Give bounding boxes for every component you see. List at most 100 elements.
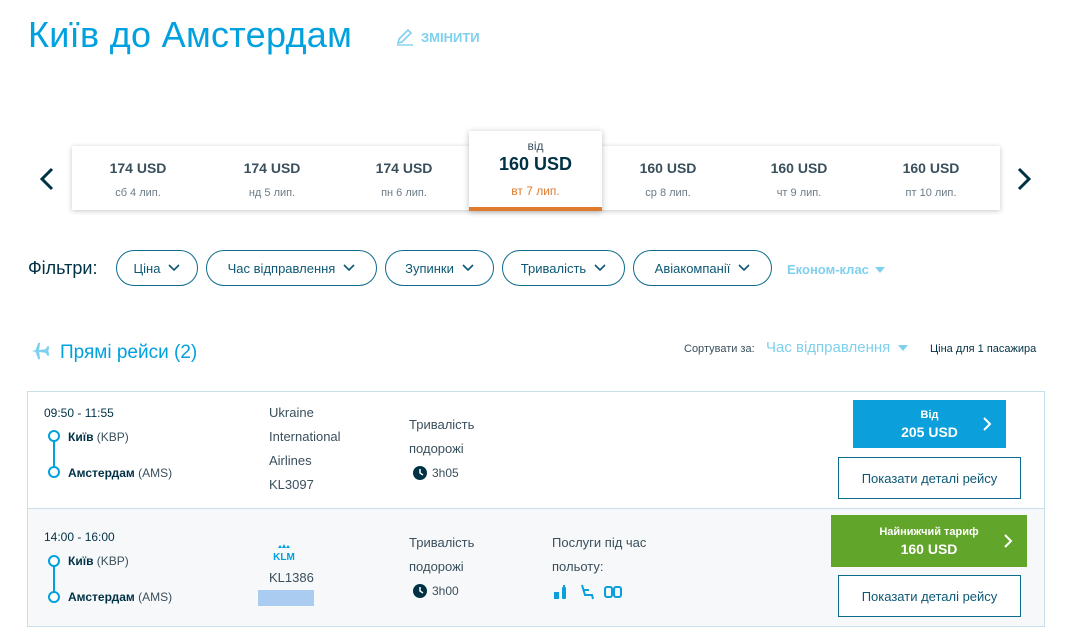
- klm-logo-text: KLM: [273, 552, 295, 563]
- page-title: Київ до Амстердам: [28, 14, 353, 55]
- destination-dot: [48, 591, 60, 603]
- date-price: 160 USD: [639, 160, 697, 176]
- chevron-left-icon: [39, 167, 54, 191]
- date-option[interactable]: 160 USD чт 9 лип.: [733, 146, 865, 210]
- airline-line: Ukraine: [269, 405, 314, 420]
- filters-label: Фільтри:: [28, 258, 98, 278]
- duration: 3h05: [413, 466, 459, 480]
- filter-stops[interactable]: Зупинки: [385, 250, 494, 286]
- direct-flights-heading: Прямі рейси (2): [60, 342, 198, 363]
- filter-departure-time[interactable]: Час відправлення: [206, 250, 377, 286]
- flight-time: 09:50 - 11:55: [44, 406, 114, 420]
- plane-icon: [31, 342, 50, 360]
- drinks-icon: [554, 585, 566, 599]
- date-option[interactable]: 174 USD пн 6 лип.: [338, 146, 470, 210]
- origin-city: Київ: [68, 430, 94, 444]
- date-option[interactable]: 160 USD пт 10 лип.: [865, 146, 997, 210]
- caret-down-icon: [898, 344, 909, 351]
- origin: Київ (KBP): [68, 430, 129, 444]
- chevron-right-icon: [1017, 167, 1032, 191]
- date-day: пн 6 лип.: [381, 187, 427, 199]
- origin-code: (KBP): [96, 430, 129, 444]
- next-dates-button[interactable]: [1012, 165, 1036, 193]
- klm-logo: KLM: [269, 543, 299, 568]
- services-icons: [552, 584, 622, 600]
- services-label-line: польоту:: [552, 559, 604, 574]
- date-price: 160 USD: [498, 154, 573, 174]
- cabin-class-label: Економ-клас: [787, 262, 869, 277]
- filter-label: Зупинки: [405, 260, 454, 276]
- duration-value: 3h00: [432, 584, 459, 598]
- date-option[interactable]: 160 USD ср 8 лип.: [602, 146, 734, 210]
- sort-label: Сортувати за:: [684, 343, 755, 355]
- date-day: чт 9 лип.: [776, 187, 822, 199]
- change-search-link[interactable]: ЗМІНИТИ: [395, 28, 480, 46]
- date-price: 160 USD: [902, 160, 960, 176]
- duration-label-line: подорожі: [409, 559, 464, 574]
- date-option[interactable]: 174 USD сб 4 лип.: [72, 146, 204, 210]
- seats-icon: [604, 586, 622, 598]
- fare-price: 160 USD: [900, 540, 958, 557]
- filter-duration[interactable]: Тривалість: [502, 250, 625, 286]
- duration-label-line: Тривалість: [409, 535, 475, 550]
- services-label-line: Послуги під час: [552, 535, 647, 550]
- select-fare-button[interactable]: Від 205 USD: [853, 400, 1006, 448]
- price-note: Ціна для 1 пасажира: [930, 343, 1037, 355]
- chevron-down-icon: [594, 264, 606, 272]
- chevron-down-icon: [738, 264, 750, 272]
- date-price: 174 USD: [243, 160, 301, 176]
- duration-label: Тривалість подорожі: [409, 531, 474, 579]
- destination-dot: [48, 466, 60, 478]
- date-option-selected[interactable]: від 160 USD вт 7 лип.: [469, 131, 602, 211]
- filter-price[interactable]: Ціна: [116, 250, 198, 286]
- airline-line: Airlines: [269, 453, 312, 468]
- pencil-icon: [396, 28, 413, 46]
- date-price: 174 USD: [109, 160, 167, 176]
- select-fare-button[interactable]: Найнижчий тариф 160 USD: [831, 515, 1027, 567]
- filter-label: Авіакомпанії: [654, 260, 731, 276]
- flight-card: 14:00 - 16:00 Київ (KBP) Амстердам (AMS)…: [27, 509, 1045, 627]
- date-option[interactable]: 174 USD нд 5 лип.: [206, 146, 338, 210]
- sort-select[interactable]: Час відправлення: [766, 339, 909, 356]
- airline-name: Ukraine International Airlines KL3097: [269, 401, 341, 497]
- clock-icon: [413, 466, 427, 480]
- destination-code: (AMS): [138, 590, 173, 604]
- date-day: ср 8 лип.: [645, 187, 691, 199]
- origin-code: (KBP): [96, 554, 129, 568]
- chevron-right-icon: [1004, 534, 1013, 548]
- origin: Київ (KBP): [68, 554, 129, 568]
- duration: 3h00: [413, 584, 459, 598]
- flight-number: KL3097: [269, 477, 314, 492]
- prev-dates-button[interactable]: [35, 165, 59, 193]
- seat-recline-icon: [581, 584, 594, 600]
- date-from-label: від: [527, 139, 544, 153]
- flight-details-button[interactable]: Показати деталі рейсу: [838, 575, 1021, 617]
- destination: Амстердам (AMS): [68, 466, 172, 480]
- filter-airlines[interactable]: Авіакомпанії: [633, 250, 772, 286]
- fare-price: 205 USD: [901, 423, 958, 440]
- duration-label-line: Тривалість: [409, 417, 475, 432]
- duration-label: Тривалість подорожі: [409, 413, 474, 461]
- date-day: нд 5 лип.: [248, 187, 296, 199]
- origin-dot: [48, 555, 60, 567]
- flight-details-button[interactable]: Показати деталі рейсу: [838, 457, 1021, 499]
- destination: Амстердам (AMS): [68, 590, 172, 604]
- clock-icon: [413, 584, 427, 598]
- chevron-down-icon: [168, 264, 181, 272]
- flight-number: KL1386: [269, 570, 314, 585]
- filter-label: Ціна: [133, 260, 161, 276]
- date-day: пт 10 лип.: [905, 187, 957, 199]
- duration-value: 3h05: [432, 466, 459, 480]
- date-price: 174 USD: [375, 160, 433, 176]
- flight-card: 09:50 - 11:55 Київ (KBP) Амстердам (AMS)…: [27, 391, 1045, 509]
- redacted-region: [258, 590, 314, 606]
- chevron-right-icon: [983, 417, 992, 431]
- caret-down-icon: [874, 266, 885, 273]
- date-day: сб 4 лип.: [115, 187, 161, 199]
- services-label: Послуги під час польоту:: [552, 531, 646, 579]
- chevron-down-icon: [343, 264, 355, 272]
- cabin-class-select[interactable]: Економ-клас: [787, 262, 885, 277]
- fare-label: Від: [920, 408, 939, 421]
- sort-value: Час відправлення: [766, 339, 891, 356]
- date-price: 160 USD: [770, 160, 828, 176]
